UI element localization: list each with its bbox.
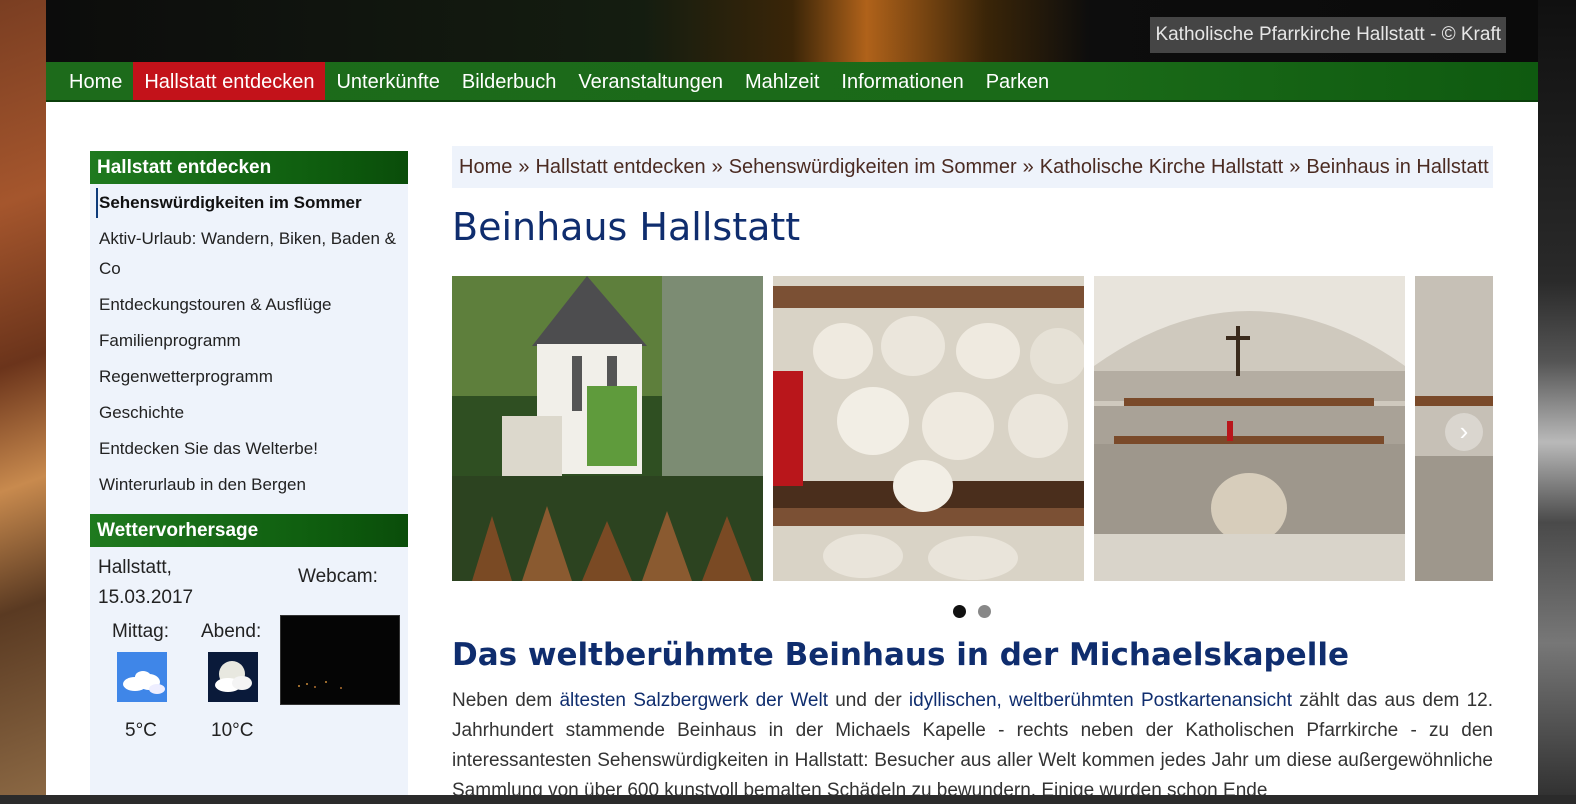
sidebar-item-aktiv-urlaub[interactable]: Aktiv-Urlaub: Wandern, Biken, Baden & Co xyxy=(90,224,408,284)
sidebar-item-winterurlaub[interactable]: Winterurlaub in den Bergen xyxy=(90,470,408,500)
sidebar-menu: Sehenswürdigkeiten im Sommer Aktiv-Urlau… xyxy=(90,184,408,506)
weather-location: Hallstatt, 15.03.2017 xyxy=(98,553,193,613)
sidebar-item-regenwetterprogramm[interactable]: Regenwetterprogramm xyxy=(90,362,408,392)
nav-item-informationen[interactable]: Informationen xyxy=(830,62,974,100)
sidebar: Hallstatt entdecken Sehenswürdigkeiten i… xyxy=(90,151,408,795)
page-title: Beinhaus Hallstatt xyxy=(452,205,801,249)
nav-item-parken[interactable]: Parken xyxy=(975,62,1060,100)
breadcrumb-separator: » xyxy=(1289,156,1301,178)
sidebar-item-sehenswuerdigkeiten[interactable]: Sehenswürdigkeiten im Sommer xyxy=(96,188,408,218)
carousel-image-chapel[interactable] xyxy=(452,276,763,581)
sidebar-item-welterbe[interactable]: Entdecken Sie das Welterbe! xyxy=(90,434,408,464)
nav-item-veranstaltungen[interactable]: Veranstaltungen xyxy=(567,62,734,100)
breadcrumb: Home» Hallstatt entdecken» Sehenswürdigkei… xyxy=(452,146,1493,188)
sidebar-item-familienprogramm[interactable]: Familienprogramm xyxy=(90,326,408,356)
evening-temperature: 10°C xyxy=(211,720,254,741)
nav-item-bilderbuch[interactable]: Bilderbuch xyxy=(451,62,568,100)
sidebar-item-entdeckungstouren[interactable]: Entdeckungstouren & Ausflüge xyxy=(90,290,408,320)
nav-item-unterkuenfte[interactable]: Unterkünfte xyxy=(325,62,450,100)
nav-item-mahlzeit[interactable]: Mahlzeit xyxy=(734,62,830,100)
carousel-image-altar[interactable] xyxy=(1094,276,1405,581)
webcam-night-lights xyxy=(298,681,342,689)
partly-cloudy-day-icon xyxy=(117,652,167,702)
image-carousel: › xyxy=(452,276,1493,581)
carousel-dots xyxy=(953,605,991,618)
evening-label: Abend: xyxy=(201,621,262,642)
breadcrumb-separator: » xyxy=(1022,156,1034,178)
webcam-label: Webcam: xyxy=(298,566,378,587)
link-salzbergwerk[interactable]: ältesten Salzbergwerk der Welt xyxy=(559,690,828,711)
page-container: Katholische Pfarrkirche Hallstatt - © Kr… xyxy=(46,0,1538,795)
section-title: Das weltberühmte Beinhaus in der Michael… xyxy=(452,637,1349,673)
breadcrumb-katholische-kirche[interactable]: Katholische Kirche Hallstatt xyxy=(1040,156,1283,178)
noon-label: Mittag: xyxy=(112,621,170,642)
body-text-1: Neben dem xyxy=(452,690,560,711)
carousel-dot-2[interactable] xyxy=(978,605,991,618)
header-banner: Katholische Pfarrkirche Hallstatt - © Kr… xyxy=(46,0,1538,62)
breadcrumb-hallstatt-entdecken[interactable]: Hallstatt entdecken xyxy=(535,156,705,178)
breadcrumb-separator: » xyxy=(518,156,530,178)
chevron-right-icon: › xyxy=(1459,416,1469,446)
nav-item-hallstatt-entdecken[interactable]: Hallstatt entdecken xyxy=(133,62,326,100)
nav-item-home[interactable]: Home xyxy=(58,62,133,100)
body-text-2: und der xyxy=(827,690,909,711)
carousel-image-skulls[interactable] xyxy=(773,276,1084,581)
carousel-dot-1[interactable] xyxy=(953,605,966,618)
banner-credit: Katholische Pfarrkirche Hallstatt - © Kr… xyxy=(1150,17,1506,53)
background-right-texture xyxy=(1538,0,1576,804)
noon-temperature: 5°C xyxy=(125,720,157,741)
carousel-next-button[interactable]: › xyxy=(1445,413,1483,451)
main-nav: Home Hallstatt entdecken Unterkünfte Bil… xyxy=(46,62,1538,102)
weather-title: Wettervorhersage xyxy=(90,514,408,547)
webcam-thumbnail[interactable] xyxy=(280,615,400,705)
background-left-texture xyxy=(0,0,46,804)
partly-cloudy-night-icon xyxy=(208,652,258,702)
breadcrumb-current: Beinhaus in Hallstatt xyxy=(1306,156,1489,178)
link-postkartenansicht[interactable]: idyllischen, weltberühmten Postkartenans… xyxy=(909,690,1292,711)
sidebar-item-geschichte[interactable]: Geschichte xyxy=(90,398,408,428)
breadcrumb-home[interactable]: Home xyxy=(459,156,512,178)
weather-date: 15.03.2017 xyxy=(98,587,194,608)
weather-widget: Hallstatt, 15.03.2017 Webcam: Mittag: Ab… xyxy=(90,547,408,777)
sidebar-title: Hallstatt entdecken xyxy=(90,151,408,184)
breadcrumb-separator: » xyxy=(711,156,723,178)
body-paragraph: Neben dem ältesten Salzbergwerk der Welt… xyxy=(452,686,1493,795)
weather-place: Hallstatt, xyxy=(98,557,172,578)
breadcrumb-sehenswuerdigkeiten[interactable]: Sehenswürdigkeiten im Sommer xyxy=(729,156,1017,178)
bottom-bar xyxy=(0,795,1576,804)
